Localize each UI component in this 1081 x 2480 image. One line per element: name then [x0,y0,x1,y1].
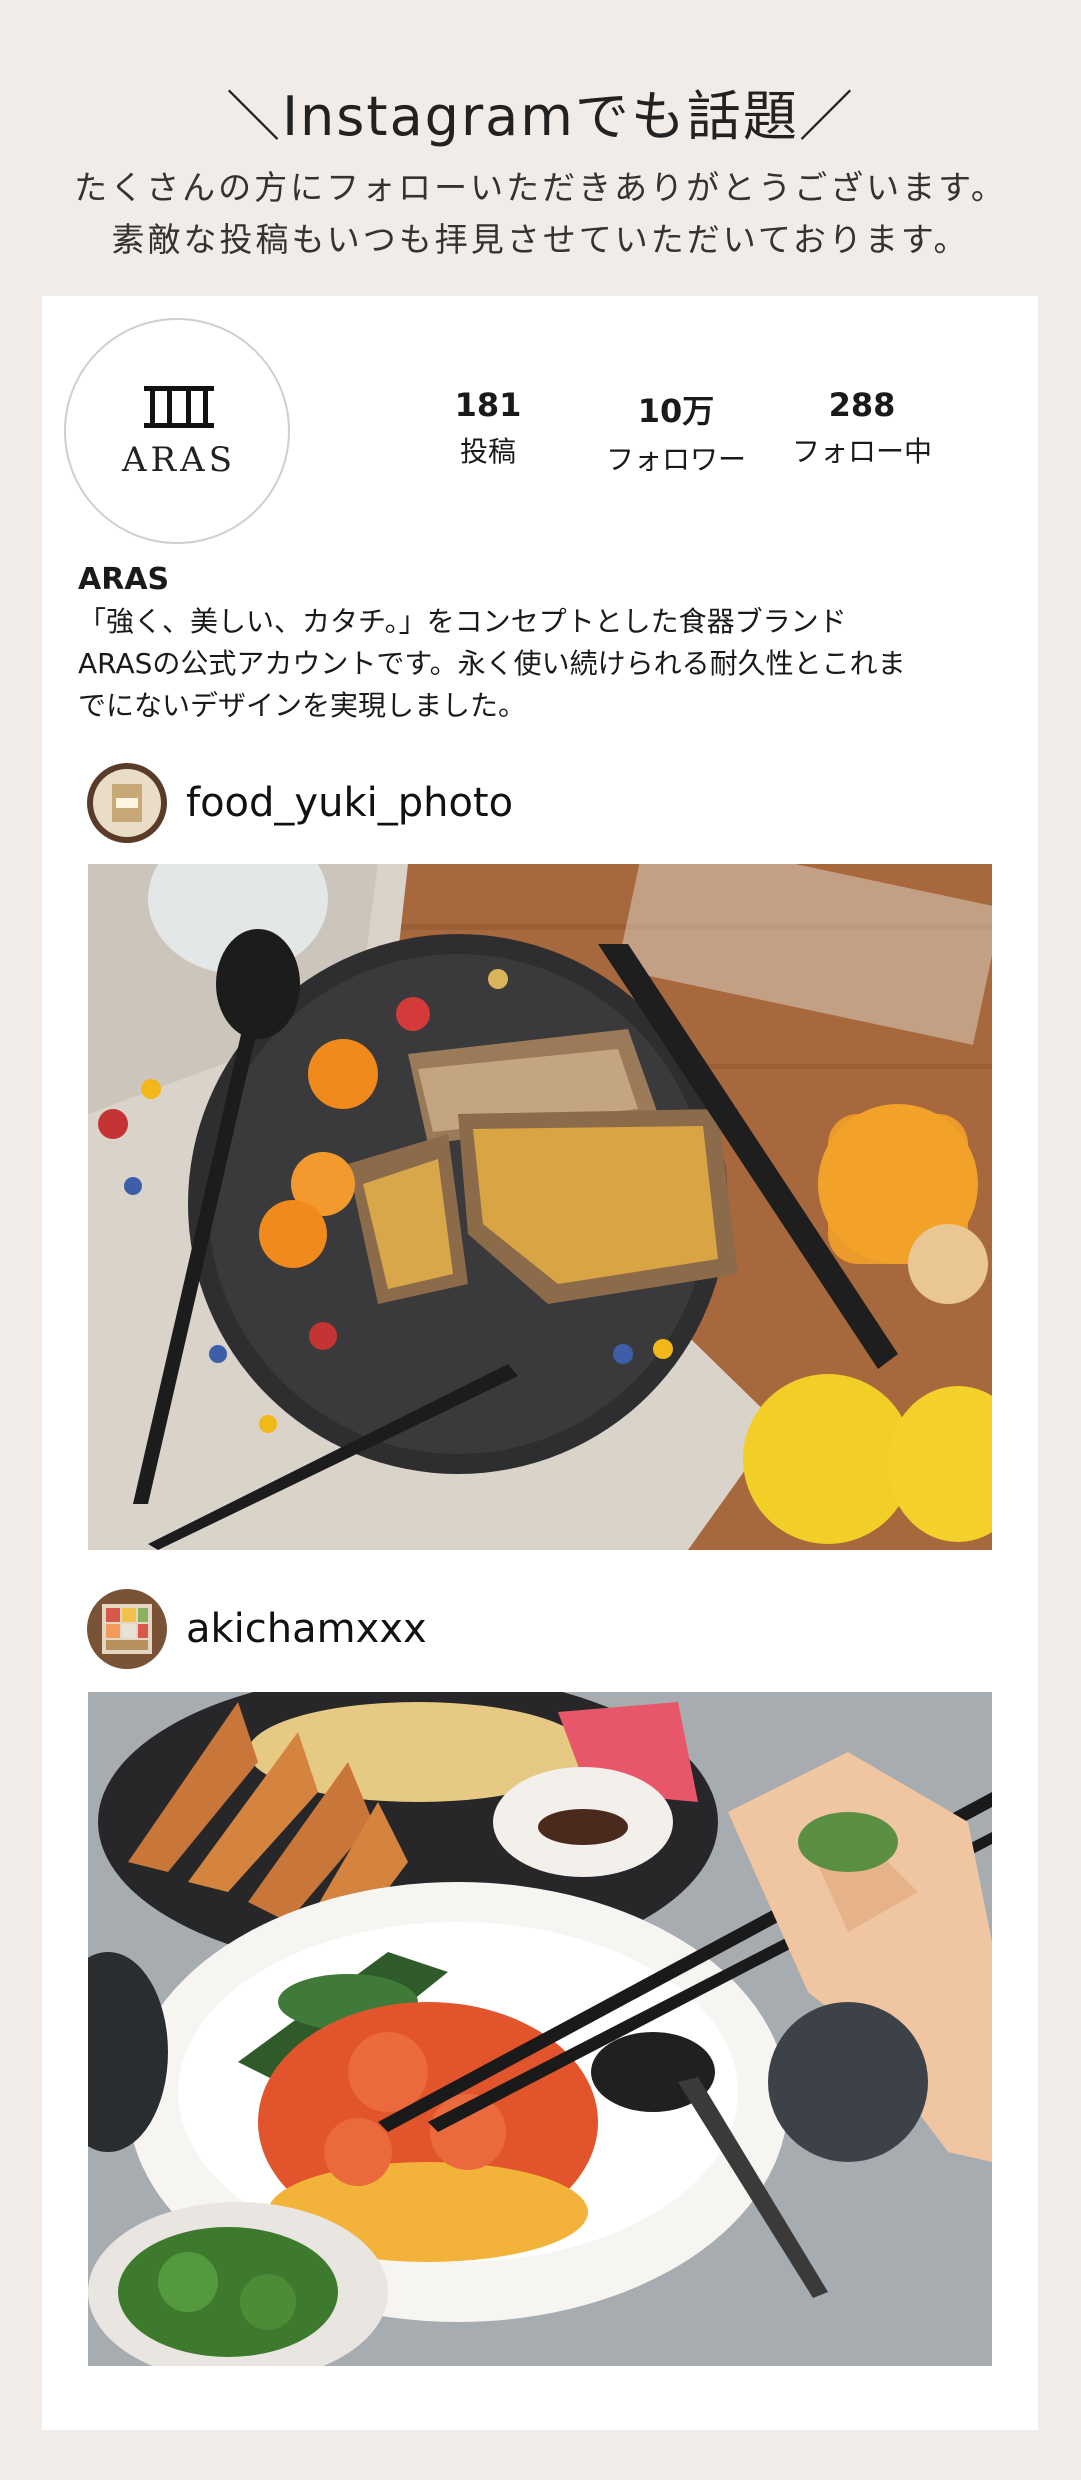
aras-logo-icon [144,386,214,428]
post-photo-1[interactable] [88,864,992,1550]
stat-posts-value: 181 [454,386,522,424]
profile-name: ARAS [78,562,170,597]
post-header-2: akichamxxx [86,1588,986,1674]
stat-posts-label: 投稿 [459,435,516,468]
stat-followers-label: フォロワー [605,443,746,476]
stat-followers[interactable]: 10万 フォロワー [586,386,766,478]
post-username-2[interactable]: akichamxxx [186,1606,427,1652]
stat-following-label: フォロー中 [791,435,932,468]
stat-following[interactable]: 288 フォロー中 [772,386,952,470]
post-photo-2[interactable] [88,1692,992,2366]
bio-line-3: でにないデザインを実現しました。 [78,689,527,722]
stat-followers-value: 10万 [637,392,715,430]
post-avatar-2[interactable] [86,1588,168,1670]
instagram-headline: ＼Instagramでも話題／ [226,85,855,148]
post-avatar-1[interactable] [86,762,168,844]
post-header-1: food_yuki_photo [86,762,986,848]
avatar-brand-text: ARAS [122,440,236,480]
bio-line-1: 「強く、美しい、カタチ。」をコンセプトとした食器ブランド [78,605,847,638]
stat-posts[interactable]: 181 投稿 [398,386,578,470]
stat-following-value: 288 [828,386,896,424]
bio-line-2: ARASの公式アカウントです。永く使い続けられる耐久性とこれま [78,647,906,680]
profile-bio: 「強く、美しい、カタチ。」をコンセプトとした食器ブランド ARASの公式アカウン… [78,601,1018,727]
intro-line-1: たくさんの方にフォローいただきありがとうございます。 [74,168,1007,207]
intro-text: たくさんの方にフォローいただきありがとうございます。 素敵な投稿もいつも拝見させ… [0,162,1081,266]
intro-line-2: 素敵な投稿もいつも拝見させていただいております。 [111,220,970,259]
instagram-profile-card: ARAS 181 投稿 10万 フォロワー 288 フォロー中 ARAS 「強く… [42,296,1038,2430]
post-username-1[interactable]: food_yuki_photo [186,780,513,826]
profile-avatar[interactable]: ARAS [64,318,290,544]
